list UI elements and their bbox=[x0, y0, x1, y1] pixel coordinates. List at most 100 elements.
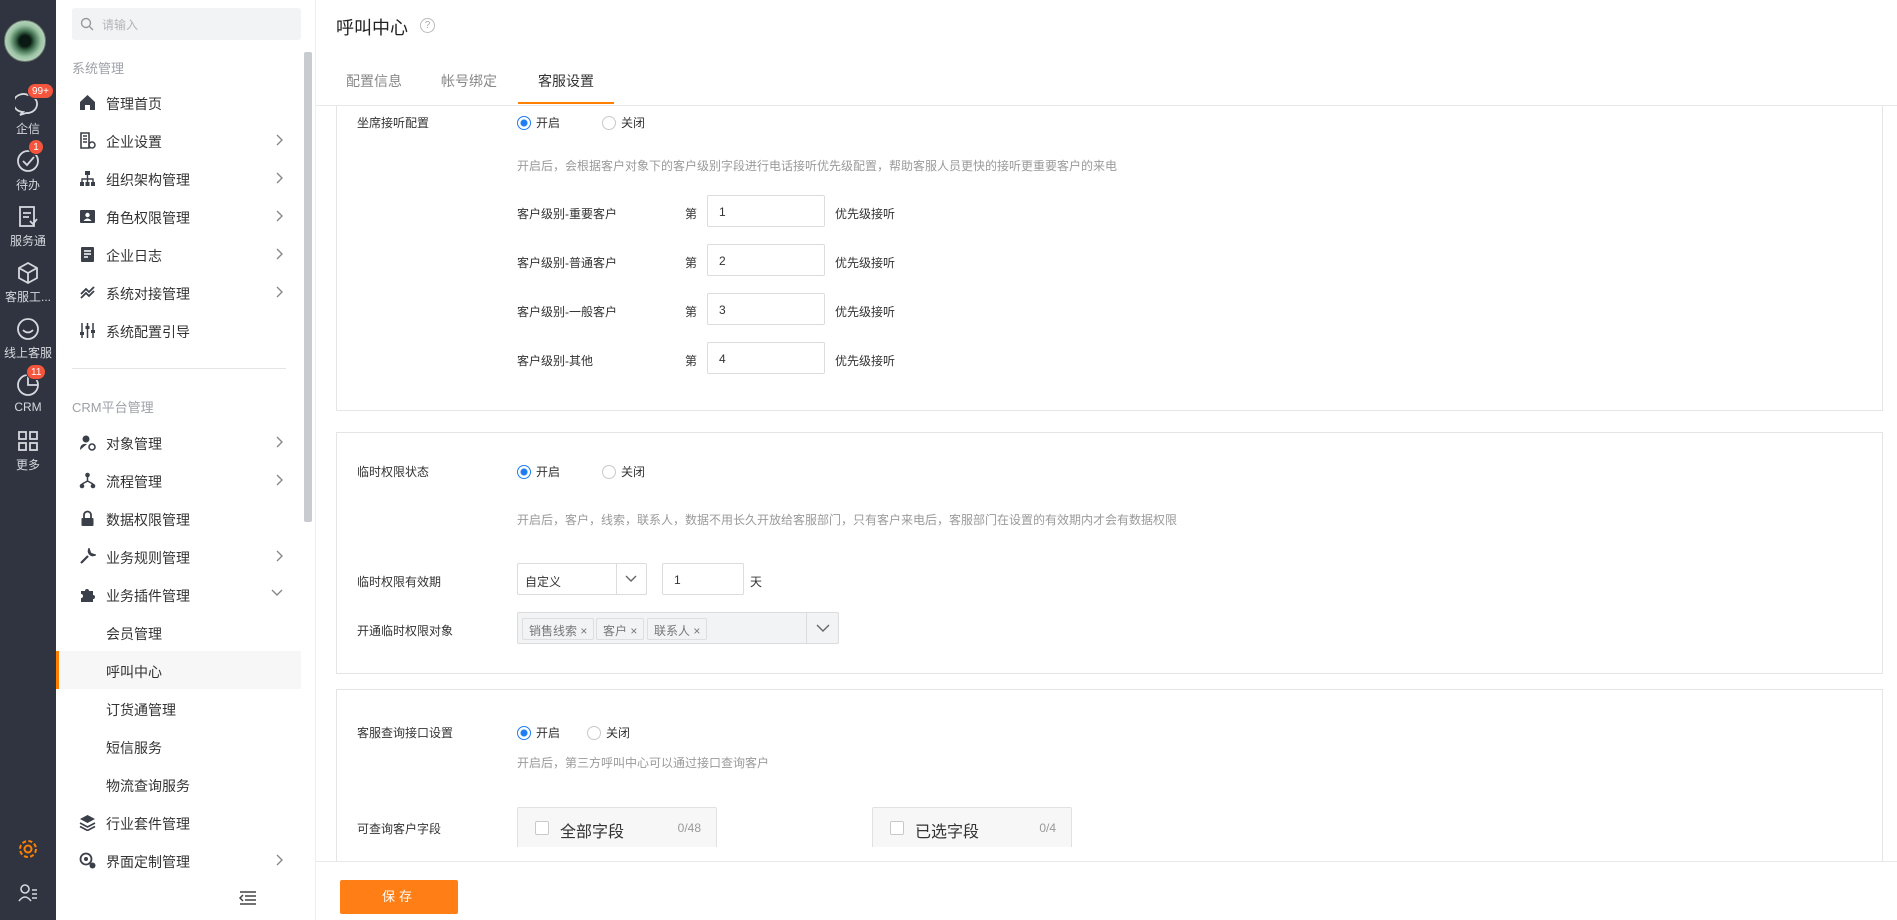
menu-item-system-integration[interactable]: 系统对接管理 bbox=[56, 273, 301, 311]
grid-icon bbox=[18, 431, 38, 451]
group-title-system: 系统管理 bbox=[72, 61, 125, 76]
select-selected-checkbox[interactable] bbox=[890, 821, 904, 835]
menu-item-ui-customization[interactable]: 界面定制管理 bbox=[56, 841, 301, 879]
submenu-item-logistics[interactable]: 物流查询服务 bbox=[56, 765, 301, 803]
tag-close-icon[interactable]: × bbox=[693, 624, 700, 638]
user-list-icon bbox=[18, 884, 37, 902]
tag-close-icon[interactable]: × bbox=[630, 624, 637, 638]
menu-item-config-guide[interactable]: 系统配置引导 bbox=[56, 311, 301, 349]
rail-settings[interactable] bbox=[0, 838, 56, 865]
priority-input-important[interactable]: 1 bbox=[707, 195, 825, 227]
footer-bar: 保存 bbox=[316, 861, 1897, 920]
rail-item-todo[interactable]: 待办 1 bbox=[0, 139, 56, 193]
avatar[interactable] bbox=[4, 20, 46, 62]
chevron-right-icon bbox=[276, 134, 283, 146]
menu-item-flow-management[interactable]: 流程管理 bbox=[56, 461, 301, 499]
menu-label: 系统配置引导 bbox=[106, 324, 190, 340]
collapse-menu-icon[interactable] bbox=[239, 890, 257, 906]
save-button[interactable]: 保存 bbox=[340, 880, 458, 914]
query-interface-on-radio[interactable]: 开启 bbox=[517, 724, 560, 741]
submenu-item-call-center[interactable]: 呼叫中心 bbox=[56, 651, 301, 689]
agent-answer-on-radio[interactable]: 开启 bbox=[517, 114, 560, 131]
menu-label: 流程管理 bbox=[106, 474, 162, 490]
sliders-icon bbox=[80, 323, 95, 338]
chevron-right-icon bbox=[276, 286, 283, 298]
sidebar-scrollbar[interactable] bbox=[304, 52, 312, 522]
menu-divider bbox=[72, 368, 286, 369]
all-fields-title: 全部字段 bbox=[560, 824, 625, 841]
agent-answer-config-card: 坐席接听配置 开启 关闭 开启后，会根据客户对象下的客户级别字段进行电话接听优先… bbox=[336, 106, 1883, 411]
temp-permission-off-radio[interactable]: 关闭 bbox=[602, 463, 645, 480]
validity-label: 临时权限有效期 bbox=[357, 575, 442, 589]
crm-badge: 11 bbox=[26, 364, 47, 380]
rail-item-crm[interactable]: CRM 11 bbox=[0, 364, 56, 414]
menu-item-enterprise-settings[interactable]: 企业设置 bbox=[56, 121, 301, 159]
submenu-item-ordering[interactable]: 订货通管理 bbox=[56, 689, 301, 727]
rail-label: 服务通 bbox=[9, 234, 46, 248]
level-suffix: 优先级接听 bbox=[835, 354, 896, 368]
submenu-label: 订货通管理 bbox=[106, 702, 176, 718]
menu-label: 行业套件管理 bbox=[106, 816, 190, 832]
menu-item-enterprise-log[interactable]: 企业日志 bbox=[56, 235, 301, 273]
search-input[interactable]: 请输入 bbox=[102, 16, 138, 33]
id-card-icon bbox=[80, 210, 95, 223]
chevron-right-icon bbox=[276, 436, 283, 448]
unread-badge: 99+ bbox=[27, 83, 54, 99]
validity-days-input[interactable]: 1 bbox=[662, 563, 744, 595]
menu-item-industry-suite[interactable]: 行业套件管理 bbox=[56, 803, 301, 841]
agent-answer-off-radio[interactable]: 关闭 bbox=[602, 114, 645, 131]
menu-item-org-structure[interactable]: 组织架构管理 bbox=[56, 159, 301, 197]
selected-fields-count: 0/4 bbox=[1039, 821, 1056, 835]
submenu-item-member[interactable]: 会员管理 bbox=[56, 613, 301, 651]
todo-badge: 1 bbox=[28, 139, 44, 155]
help-icon[interactable]: ? bbox=[420, 18, 435, 33]
all-fields-count: 0/48 bbox=[677, 821, 701, 835]
menu-label: 企业设置 bbox=[106, 134, 162, 150]
rail-label: CRM bbox=[14, 400, 42, 414]
query-interface-off-radio[interactable]: 关闭 bbox=[587, 724, 630, 741]
rail-item-more[interactable]: 更多 bbox=[0, 428, 56, 473]
submenu-label: 呼叫中心 bbox=[106, 664, 162, 680]
menu-item-business-plugins[interactable]: 业务插件管理 bbox=[56, 575, 301, 613]
validity-type-select[interactable]: 自定义 bbox=[517, 563, 647, 595]
link-icon bbox=[80, 286, 95, 299]
level-name: 客户级别-重要客户 bbox=[517, 207, 617, 221]
search-box[interactable]: 请输入 bbox=[72, 8, 301, 40]
tag-close-icon[interactable]: × bbox=[580, 624, 587, 638]
service-doc-icon bbox=[19, 206, 38, 227]
select-all-checkbox[interactable] bbox=[535, 821, 549, 835]
temp-permission-desc: 开启后，客户，线索，联系人，数据不用长久开放给客服部门，只有客户来电后，客服部门… bbox=[517, 513, 1178, 527]
rail-item-service[interactable]: 服务通 bbox=[0, 204, 56, 249]
menu-item-business-rules[interactable]: 业务规则管理 bbox=[56, 537, 301, 575]
submenu-item-sms[interactable]: 短信服务 bbox=[56, 727, 301, 765]
level-suffix: 优先级接听 bbox=[835, 305, 896, 319]
tab-account-binding[interactable]: 帐号绑定 bbox=[437, 71, 501, 91]
priority-input-general[interactable]: 3 bbox=[707, 293, 825, 325]
rail-item-online-cs[interactable]: 线上客服 bbox=[0, 316, 56, 361]
chevron-down-icon bbox=[271, 589, 283, 596]
priority-input-normal[interactable]: 2 bbox=[707, 244, 825, 276]
group-title-crm: CRM平台管理 bbox=[72, 400, 154, 415]
level-suffix: 优先级接听 bbox=[835, 207, 896, 221]
tab-config-info[interactable]: 配置信息 bbox=[342, 71, 406, 91]
menu-label: 角色权限管理 bbox=[106, 210, 190, 226]
object-tag: 客户 × bbox=[596, 618, 645, 640]
rail-item-cs-workbench[interactable]: 客服工... bbox=[0, 260, 56, 305]
temp-objects-multiselect[interactable]: 销售线索 × 客户 × 联系人 × bbox=[517, 612, 839, 644]
level-name: 客户级别-其他 bbox=[517, 354, 593, 368]
menu-item-home[interactable]: 管理首页 bbox=[56, 83, 301, 121]
tab-cs-settings[interactable]: 客服设置 bbox=[534, 71, 598, 91]
chevron-down-icon bbox=[816, 624, 830, 632]
temp-permission-on-radio[interactable]: 开启 bbox=[517, 463, 560, 480]
level-name: 客户级别-一般客户 bbox=[517, 305, 617, 319]
menu-item-role-permissions[interactable]: 角色权限管理 bbox=[56, 197, 301, 235]
rail-profile[interactable] bbox=[0, 882, 56, 909]
query-interface-label: 客服查询接口设置 bbox=[357, 726, 454, 740]
rail-item-qixin[interactable]: 企信 99+ bbox=[0, 83, 56, 137]
level-name: 客户级别-普通客户 bbox=[517, 256, 617, 270]
menu-item-data-permissions[interactable]: 数据权限管理 bbox=[56, 499, 301, 537]
menu-item-object-management[interactable]: 对象管理 bbox=[56, 423, 301, 461]
settings-content: 坐席接听配置 开启 关闭 开启后，会根据客户对象下的客户级别字段进行电话接听优先… bbox=[316, 106, 1897, 861]
tab-bar: 配置信息 帐号绑定 客服设置 bbox=[316, 62, 1897, 106]
priority-input-other[interactable]: 4 bbox=[707, 342, 825, 374]
